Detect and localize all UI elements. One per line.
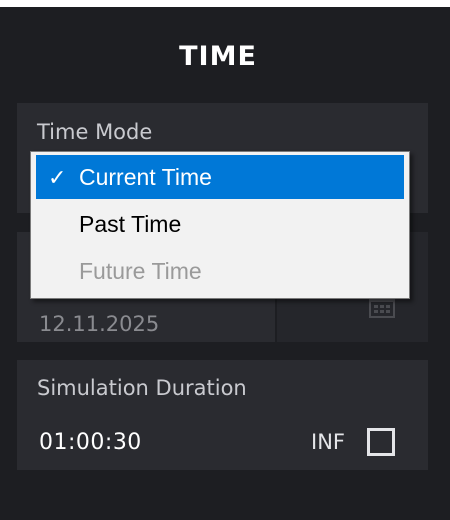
option-label: Past Time: [79, 211, 182, 237]
option-past-time[interactable]: Past Time: [36, 202, 404, 246]
panel-title: TIME: [179, 41, 257, 72]
window-top-edge: [0, 0, 450, 7]
option-future-time: Future Time: [36, 249, 404, 293]
time-mode-dropdown-list[interactable]: ✓ Current Time Past Time Future Time: [30, 151, 410, 299]
simulation-duration-card: Simulation Duration 01:00:30 INF: [17, 360, 428, 470]
check-icon: ✓: [48, 165, 67, 190]
inf-checkbox[interactable]: [367, 428, 395, 456]
option-label: Future Time: [79, 258, 202, 284]
date-value[interactable]: 12.11.2025: [39, 312, 159, 336]
simulation-duration-label: Simulation Duration: [37, 376, 247, 400]
duration-field[interactable]: 01:00:30: [39, 430, 142, 455]
inf-label: INF: [311, 430, 345, 454]
time-mode-label: Time Mode: [37, 120, 153, 144]
option-label: Current Time: [79, 164, 212, 190]
option-current-time[interactable]: ✓ Current Time: [36, 155, 404, 199]
